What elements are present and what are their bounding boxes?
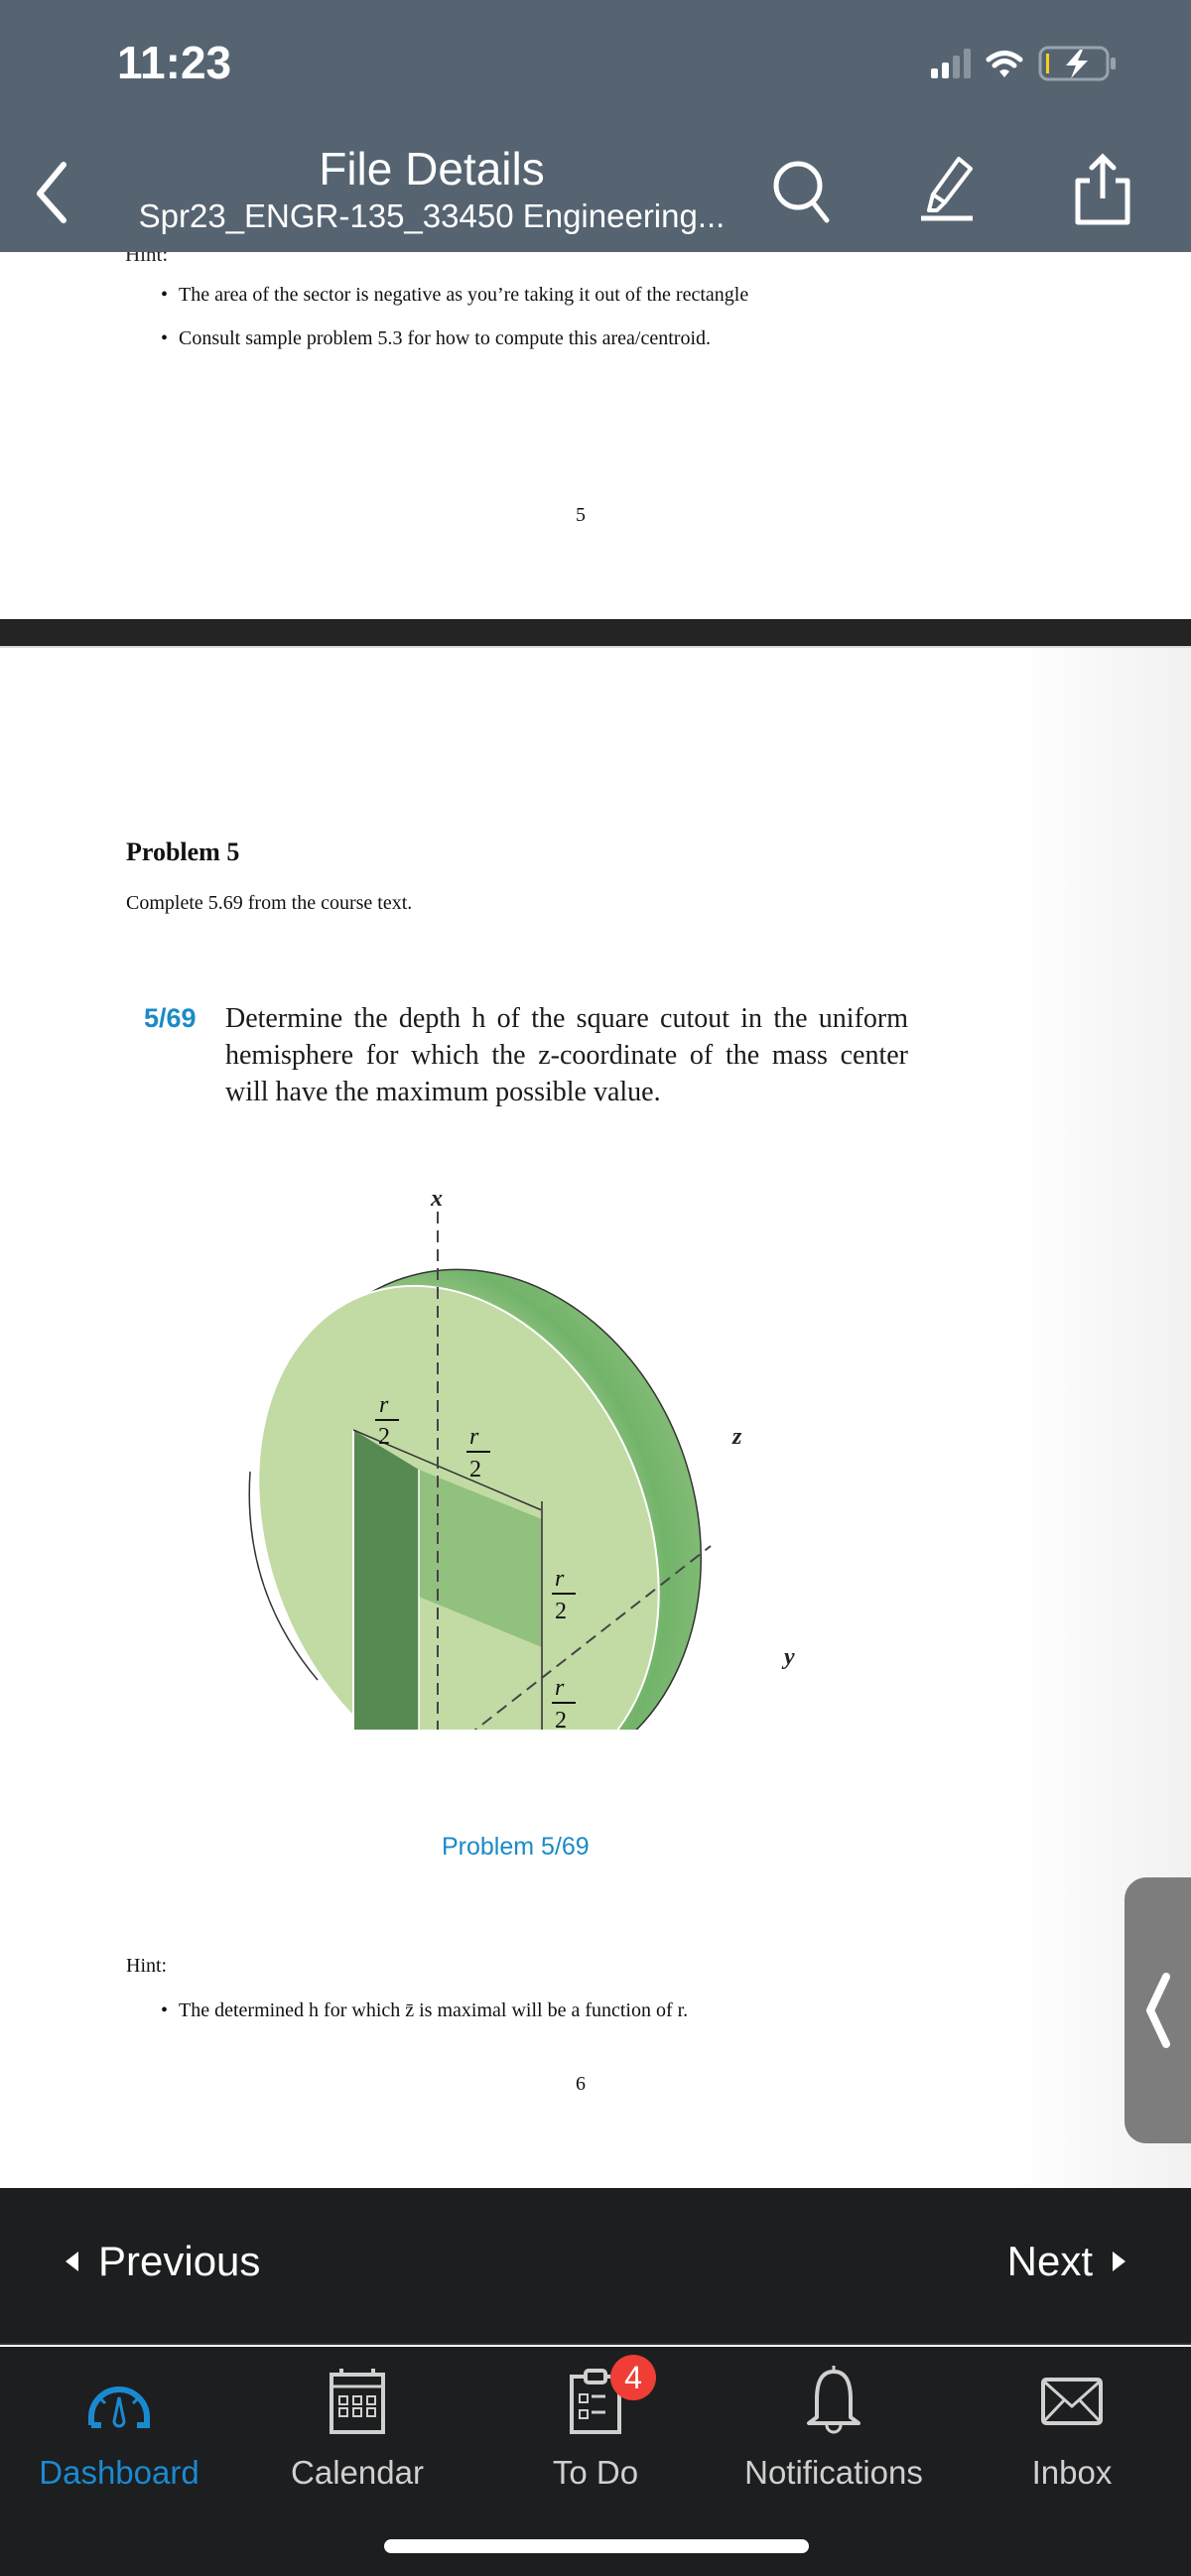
chevron-left-icon bbox=[1146, 1973, 1170, 2048]
home-indicator[interactable] bbox=[384, 2539, 809, 2553]
svg-text:2: 2 bbox=[378, 1424, 390, 1450]
dashboard-gauge-icon bbox=[88, 2386, 150, 2428]
textbook-problem-text: Determine the depth h of the square cuto… bbox=[225, 1003, 908, 1107]
hemisphere-figure: r h r 2 r 2 r 2 r 2 x z y bbox=[248, 1186, 795, 1730]
svg-text:r: r bbox=[555, 1675, 565, 1701]
tab-inbox[interactable]: Inbox bbox=[953, 2357, 1191, 2492]
share-icon[interactable] bbox=[1068, 151, 1137, 230]
back-chevron-icon[interactable] bbox=[28, 157, 77, 226]
textbook-problem-number: 5/69 bbox=[144, 1003, 197, 1033]
svg-text:r: r bbox=[379, 1392, 389, 1418]
tab-label: Notifications bbox=[744, 2454, 923, 2491]
previous-label: Previous bbox=[98, 2238, 261, 2284]
calendar-icon bbox=[330, 2369, 385, 2434]
svg-text:r: r bbox=[555, 1566, 565, 1592]
page-number: 5 bbox=[576, 504, 586, 526]
caret-left-icon bbox=[66, 2252, 78, 2271]
hint-bullet: The determined h for which z̄ is maximal… bbox=[161, 1999, 688, 2022]
next-label: Next bbox=[1006, 2238, 1093, 2284]
page-separator bbox=[0, 619, 1191, 648]
x-axis-label: x bbox=[430, 1186, 443, 1212]
document-page-5: Hint: The area of the sector is negative… bbox=[0, 242, 1191, 619]
file-name-subtitle: Spr23_ENGR-135_33450 Engineering... bbox=[138, 197, 726, 234]
bell-icon bbox=[807, 2366, 860, 2434]
document-page-6: Problem 5 Complete 5.69 from the course … bbox=[0, 648, 1191, 2188]
hint-label: Hint: bbox=[126, 1955, 168, 1977]
tab-label: Inbox bbox=[1031, 2454, 1113, 2491]
status-time: 11:23 bbox=[117, 37, 232, 88]
cellular-signal-icon bbox=[931, 49, 971, 78]
svg-text:r: r bbox=[469, 1424, 479, 1450]
problem-description: Complete 5.69 from the course text. bbox=[126, 892, 413, 914]
side-drawer-handle[interactable] bbox=[1125, 1877, 1191, 2143]
z-axis-label: z bbox=[731, 1424, 742, 1450]
pager-bar: Previous Next bbox=[0, 2188, 1191, 2345]
hint-bullet: The area of the sector is negative as yo… bbox=[161, 284, 748, 307]
battery-charging-icon bbox=[1038, 46, 1116, 81]
svg-text:2: 2 bbox=[555, 1708, 567, 1730]
wifi-icon bbox=[986, 51, 1023, 77]
tab-dashboard[interactable]: Dashboard bbox=[0, 2357, 238, 2492]
figure-caption: Problem 5/69 bbox=[442, 1833, 590, 1861]
mail-icon bbox=[1041, 2378, 1103, 2425]
tab-calendar[interactable]: Calendar bbox=[238, 2357, 476, 2492]
hint-bullet: Consult sample problem 5.3 for how to co… bbox=[161, 327, 711, 350]
page-title: File Details bbox=[319, 143, 545, 194]
todo-count-badge: 4 bbox=[610, 2355, 656, 2400]
y-axis-label: y bbox=[781, 1644, 795, 1670]
tab-notifications[interactable]: Notifications bbox=[715, 2357, 953, 2492]
title-block: File Details Spr23_ENGR-135_33450 Engine… bbox=[129, 141, 734, 236]
cutout-left-wall bbox=[353, 1430, 419, 1730]
app-header: 11:23 File Details Spr23_ENGR-135_33450 … bbox=[0, 0, 1191, 252]
page-number: 6 bbox=[576, 2073, 586, 2095]
tab-todo[interactable]: 4 To Do bbox=[476, 2355, 715, 2492]
next-button[interactable]: Next bbox=[1007, 2238, 1125, 2285]
caret-right-icon bbox=[1113, 2252, 1125, 2271]
tab-label: To Do bbox=[552, 2454, 639, 2491]
tab-label: Dashboard bbox=[39, 2454, 199, 2491]
svg-text:2: 2 bbox=[555, 1599, 567, 1624]
previous-button[interactable]: Previous bbox=[66, 2238, 260, 2285]
search-icon[interactable] bbox=[766, 151, 836, 230]
svg-text:2: 2 bbox=[469, 1457, 481, 1482]
problem-heading: Problem 5 bbox=[126, 837, 240, 866]
status-icons bbox=[931, 46, 1118, 81]
tab-label: Calendar bbox=[291, 2454, 424, 2491]
highlighter-icon[interactable] bbox=[915, 151, 985, 230]
